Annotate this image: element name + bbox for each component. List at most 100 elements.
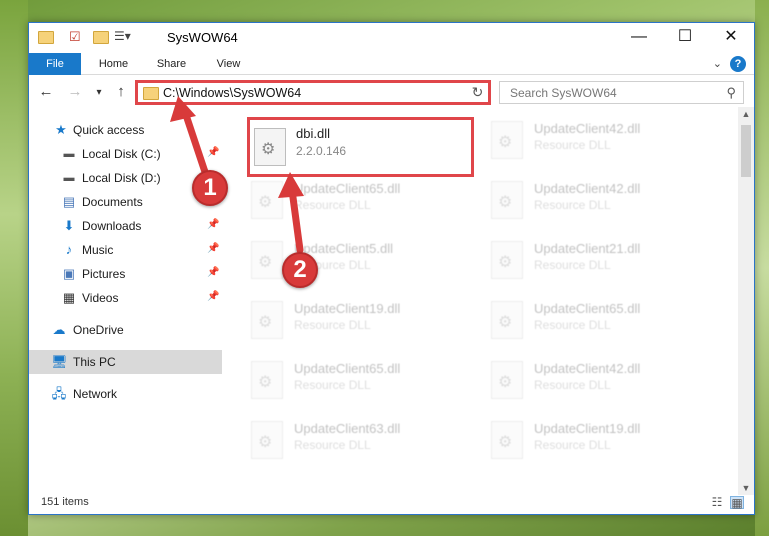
sidebar-item-label: Network — [73, 387, 118, 401]
file-item[interactable]: UpdateClient42.dll Resource DLL — [469, 347, 699, 407]
file-name: UpdateClient65.dll — [294, 361, 401, 376]
help-icon[interactable]: ? — [730, 56, 746, 72]
desktop-background-right — [755, 0, 769, 536]
sidebar-item-label: Music — [82, 243, 114, 257]
file-item[interactable]: UpdateClient42.dll Resource DLL — [469, 167, 699, 227]
sidebar-item-label: OneDrive — [73, 323, 124, 337]
file-item[interactable]: UpdateClient21.dll Resource DLL — [469, 227, 699, 287]
window-title: SysWOW64 — [167, 30, 238, 45]
search-placeholder: Search SysWOW64 — [510, 86, 617, 100]
scroll-up-icon[interactable]: ▲ — [738, 109, 754, 119]
sidebar-item-label: Local Disk (D:) — [82, 171, 161, 185]
file-description: Resource DLL — [294, 438, 371, 452]
file-name: UpdateClient19.dll — [294, 301, 401, 316]
item-count: 151 items — [41, 496, 89, 508]
cloud-icon: ☁ — [52, 322, 66, 337]
minimize-button[interactable]: — — [616, 23, 662, 53]
file-item[interactable]: UpdateClient19.dll Resource DLL — [469, 407, 699, 467]
title-bar: ☑ ☰▾ SysWOW64 — ☐ ✕ — [29, 23, 754, 53]
dll-file-icon — [491, 361, 523, 399]
sidebar-item-label: Videos — [82, 291, 119, 305]
maximize-button[interactable]: ☐ — [662, 23, 708, 53]
details-view-icon[interactable]: ☷ — [710, 496, 724, 509]
dll-file-icon — [491, 421, 523, 459]
refresh-icon: ↻ — [471, 84, 484, 100]
forward-arrow-icon[interactable]: → — [66, 83, 84, 100]
file-description: Resource DLL — [534, 138, 611, 152]
file-item[interactable]: UpdateClient65.dll Resource DLL — [229, 167, 459, 227]
file-name: UpdateClient42.dll — [534, 361, 641, 376]
recent-locations-icon[interactable]: ▾ — [90, 87, 108, 98]
customize-toolbar-icon[interactable]: ☰▾ — [114, 29, 131, 45]
tab-home[interactable]: Home — [91, 53, 136, 75]
tab-view[interactable]: View — [206, 53, 251, 75]
tab-share[interactable]: Share — [149, 53, 194, 75]
scroll-thumb[interactable] — [741, 125, 751, 177]
properties-icon[interactable]: ☑ — [69, 29, 85, 45]
documents-icon: ▤ — [62, 194, 76, 209]
file-name: UpdateClient65.dll — [534, 301, 641, 316]
file-item[interactable]: UpdateClient63.dll Resource DLL — [229, 407, 459, 467]
refresh-button[interactable]: ↻ — [467, 80, 491, 105]
network-icon: 🖧 — [51, 386, 67, 401]
file-list: dbi.dll 2.2.0.146 UpdateClient42.dll Res… — [229, 107, 739, 495]
sidebar-item-label: Documents — [82, 195, 143, 209]
file-item[interactable]: UpdateClient42.dll Resource DLL — [469, 107, 699, 167]
download-icon: ⬇ — [63, 218, 75, 233]
dll-file-icon — [491, 181, 523, 219]
pin-icon[interactable]: 📌 — [207, 291, 219, 302]
desktop-background-left — [0, 0, 28, 536]
sidebar-item-local-disk-c[interactable]: ▬ Local Disk (C:) 📌 — [29, 142, 222, 166]
up-arrow-icon[interactable]: ↑ — [112, 83, 130, 100]
vertical-scrollbar[interactable]: ▲ ▼ — [738, 107, 754, 495]
step-2-badge: 2 — [282, 252, 318, 288]
file-name: UpdateClient65.dll — [294, 181, 401, 196]
file-name: UpdateClient19.dll — [534, 421, 641, 436]
dll-file-icon — [251, 181, 283, 219]
search-icon: ⚲ — [726, 85, 736, 100]
status-bar: 151 items ☷ ▦ — [29, 492, 754, 514]
back-arrow-icon[interactable]: ← — [37, 83, 55, 100]
file-description: Resource DLL — [294, 198, 371, 212]
file-description: Resource DLL — [534, 318, 611, 332]
file-description: Resource DLL — [534, 438, 611, 452]
pin-icon[interactable]: 📌 — [207, 243, 219, 254]
pin-icon[interactable]: 📌 — [207, 267, 219, 278]
sidebar-item-label: Quick access — [73, 123, 145, 137]
tab-file[interactable]: File — [29, 53, 81, 75]
new-folder-icon[interactable] — [93, 29, 109, 45]
file-item[interactable]: UpdateClient65.dll Resource DLL — [469, 287, 699, 347]
close-button[interactable]: ✕ — [708, 23, 754, 53]
expand-ribbon-icon[interactable]: ⌄ — [713, 57, 722, 70]
sidebar-item-onedrive[interactable]: ☁ OneDrive — [29, 318, 222, 342]
sidebar-item-videos[interactable]: ▦ Videos 📌 — [29, 286, 222, 310]
drive-icon: ▬ — [63, 172, 75, 184]
file-description: Resource DLL — [294, 318, 371, 332]
sidebar-item-this-pc[interactable]: 🖥 This PC — [29, 350, 222, 374]
pin-icon[interactable]: 📌 — [207, 219, 219, 230]
videos-icon: ▦ — [62, 290, 76, 305]
address-bar[interactable]: C:\Windows\SysWOW64 ▾ — [135, 80, 490, 105]
sidebar-item-downloads[interactable]: ⬇ Downloads 📌 — [29, 214, 222, 238]
music-icon: ♪ — [65, 242, 73, 257]
large-icons-view-icon[interactable]: ▦ — [730, 496, 744, 510]
dll-file-icon — [491, 121, 523, 159]
sidebar-item-music[interactable]: ♪ Music 📌 — [29, 238, 222, 262]
file-item[interactable]: UpdateClient5.dll Resource DLL — [229, 227, 459, 287]
file-description: 2.2.0.146 — [296, 144, 347, 158]
dll-file-icon — [254, 128, 286, 166]
file-description: Resource DLL — [534, 378, 611, 392]
dll-file-icon — [251, 301, 283, 339]
folder-icon — [143, 87, 159, 100]
file-item[interactable]: UpdateClient65.dll Resource DLL — [229, 347, 459, 407]
drive-icon: ▬ — [63, 148, 75, 160]
file-description: Resource DLL — [534, 258, 611, 272]
sidebar-item-quick-access[interactable]: ★ Quick access — [29, 118, 222, 142]
search-input[interactable]: Search SysWOW64 ⚲ — [499, 81, 744, 104]
sidebar-item-network[interactable]: 🖧 Network — [29, 382, 222, 406]
file-item[interactable]: UpdateClient19.dll Resource DLL — [229, 287, 459, 347]
pin-icon[interactable]: 📌 — [207, 147, 219, 158]
sidebar-item-pictures[interactable]: ▣ Pictures 📌 — [29, 262, 222, 286]
file-explorer-window: ☑ ☰▾ SysWOW64 — ☐ ✕ File Home Share View… — [28, 22, 755, 515]
dll-file-icon — [491, 301, 523, 339]
